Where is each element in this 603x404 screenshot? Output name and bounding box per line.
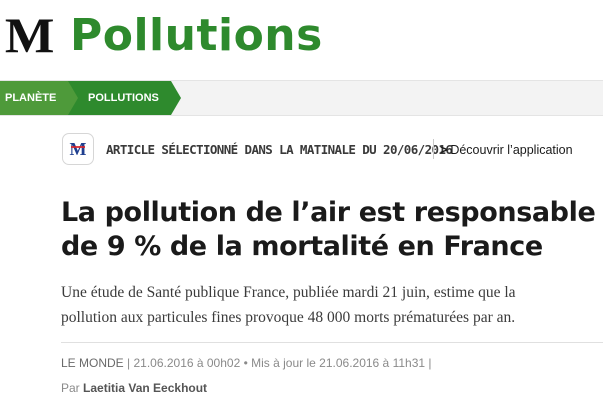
breadcrumb-separator-arrow	[68, 81, 78, 115]
meta-separator-end: |	[425, 356, 432, 370]
byline-prefix: Par	[61, 381, 84, 395]
article-summary: Une étude de Santé publique France, publ…	[61, 280, 601, 330]
article-byline: Par Laetitia Van Eeckhout	[61, 381, 207, 395]
chevron-right-icon: >	[440, 143, 448, 157]
meta-source: LE MONDE	[61, 356, 124, 370]
meta-separator: |	[123, 356, 134, 370]
le-monde-app-icon[interactable]: M	[62, 133, 94, 165]
meta-updated: Mis à jour le 21.06.2016 à 11h31	[251, 356, 426, 370]
matinale-divider	[433, 139, 434, 159]
breadcrumb: PLANÈTE POLLUTIONS	[0, 80, 603, 116]
discover-app-label: Découvrir l’application	[450, 143, 573, 157]
section-title[interactable]: Pollutions	[70, 9, 323, 63]
headline-line-2: de 9 % de la mortalité en France	[61, 231, 543, 262]
article-meta: LE MONDE | 21.06.2016 à 00h02 • Mis à jo…	[61, 356, 432, 370]
meta-bullet: •	[240, 356, 252, 370]
matinale-banner: M ARTICLE SÉLECTIONNÉ DANS LA MATINALE D…	[62, 133, 592, 169]
article-headline: La pollution de l’air est responsable de…	[61, 196, 601, 264]
discover-app-link[interactable]: > Découvrir l’application	[440, 143, 573, 157]
breadcrumb-end-arrow	[171, 81, 181, 115]
summary-line-2: pollution aux particules fines provoque …	[61, 309, 516, 326]
summary-line-1: Une étude de Santé publique France, publ…	[61, 284, 516, 301]
matinale-label: ARTICLE SÉLECTIONNÉ DANS LA MATINALE DU …	[106, 142, 453, 157]
svg-text:M: M	[70, 139, 87, 159]
breadcrumb-item-planete[interactable]: PLANÈTE	[0, 81, 68, 115]
author-link[interactable]: Laetitia Van Eeckhout	[83, 381, 207, 395]
meta-date: 21.06.2016 à 00h02	[133, 356, 241, 370]
le-monde-logo[interactable]: M	[5, 10, 55, 60]
breadcrumb-item-pollutions[interactable]: POLLUTIONS	[68, 81, 171, 115]
site-header: M Pollutions	[0, 0, 603, 78]
meta-divider	[61, 342, 603, 343]
headline-line-1: La pollution de l’air est responsable	[61, 197, 596, 228]
